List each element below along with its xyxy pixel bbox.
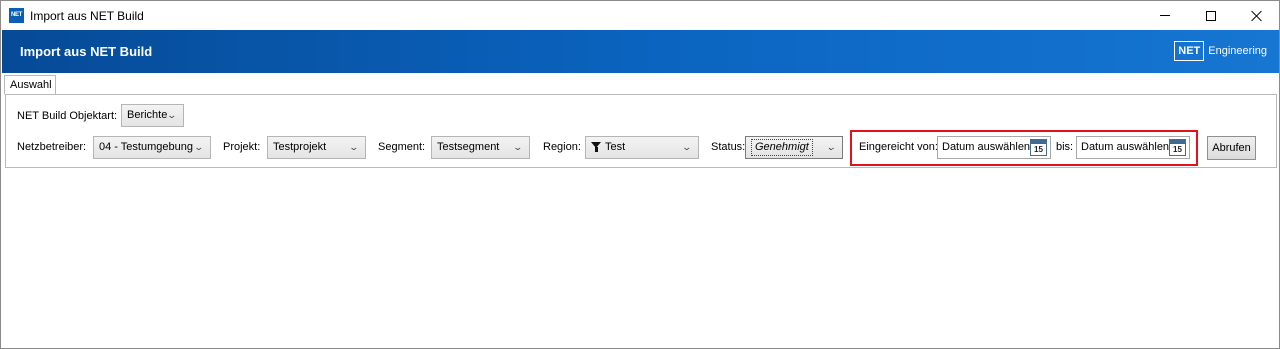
maximize-button[interactable] [1188, 1, 1234, 30]
netzbetreiber-value: 04 - Testumgebung [99, 141, 193, 153]
date-from-placeholder: Datum auswählen [942, 141, 1031, 153]
status-label: Status: [711, 141, 746, 153]
projekt-select[interactable]: Testprojekt ⌄ [267, 136, 366, 159]
netzbetreiber-label: Netzbetreiber: [17, 141, 87, 153]
app-icon: NET [9, 8, 24, 23]
close-button[interactable] [1234, 1, 1280, 30]
projekt-value: Testprojekt [273, 141, 327, 153]
calendar-icon[interactable]: 15 [1169, 139, 1186, 156]
chevron-down-icon: ⌄ [681, 142, 693, 152]
page-title: Import aus NET Build [20, 44, 153, 59]
chevron-down-icon: ⌄ [512, 142, 524, 152]
chevron-down-icon: ⌄ [825, 142, 837, 152]
bis-label: bis: [1056, 141, 1074, 153]
objektart-value: Berichte [127, 109, 168, 121]
title-bar: NET Import aus NET Build [1, 1, 1279, 30]
close-icon [1251, 10, 1263, 22]
date-to-placeholder: Datum auswählen [1081, 141, 1170, 153]
calendar-icon[interactable]: 15 [1030, 139, 1047, 156]
region-value: Test [605, 141, 626, 153]
header-banner: Import aus NET Build NET Engineering [2, 30, 1279, 73]
region-select[interactable]: Test ⌄ [585, 136, 699, 159]
minimize-icon [1160, 15, 1170, 16]
segment-select[interactable]: Testsegment ⌄ [431, 136, 530, 159]
chevron-down-icon: ⌄ [193, 142, 205, 152]
filter-icon [591, 141, 601, 153]
date-from-picker[interactable]: Datum auswählen 15 [937, 136, 1051, 159]
netzbetreiber-select[interactable]: 04 - Testumgebung ⌄ [93, 136, 211, 159]
brand-logo: NET Engineering [1174, 41, 1267, 61]
brand-logo-text: Engineering [1208, 45, 1267, 57]
date-to-picker[interactable]: Datum auswählen 15 [1076, 136, 1190, 159]
status-value: Genehmigt [751, 139, 813, 156]
status-select[interactable]: Genehmigt ⌄ [745, 136, 843, 159]
objektart-select[interactable]: Berichte ⌄ [121, 104, 184, 127]
objektart-label: NET Build Objektart: [17, 110, 118, 122]
chevron-down-icon: ⌄ [166, 110, 178, 120]
segment-value: Testsegment [437, 141, 500, 153]
tab-auswahl[interactable]: Auswahl [4, 75, 56, 94]
minimize-button[interactable] [1142, 1, 1188, 30]
segment-label: Segment: [378, 141, 426, 153]
region-label: Region: [543, 141, 581, 153]
fetch-button[interactable]: Abrufen [1207, 136, 1256, 160]
brand-logo-box: NET [1174, 41, 1205, 61]
chevron-down-icon: ⌄ [348, 142, 360, 152]
eingereicht-label: Eingereicht von: [859, 141, 938, 153]
window-title: Import aus NET Build [30, 9, 144, 23]
maximize-icon [1206, 10, 1216, 21]
projekt-label: Projekt: [223, 141, 261, 153]
app-window: NET Import aus NET Build Import aus NET … [0, 0, 1280, 349]
